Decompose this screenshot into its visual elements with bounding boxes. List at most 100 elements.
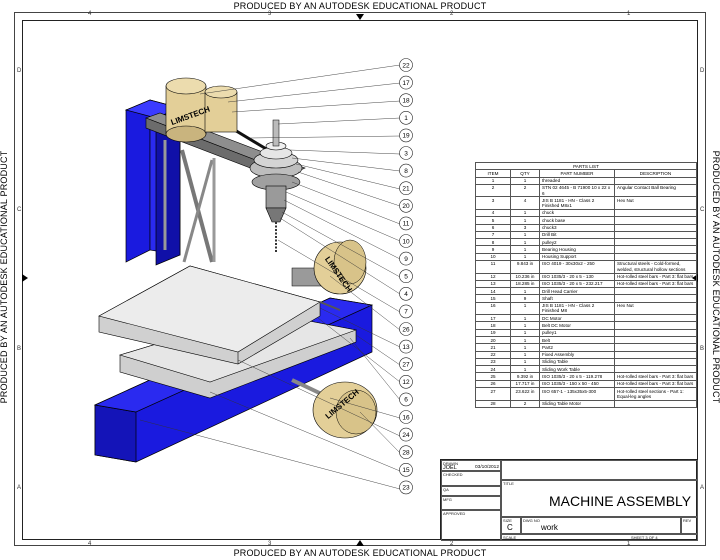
qty-cell: 1 <box>510 176 540 185</box>
parts-list-row: 15 9 Shaft <box>475 294 697 303</box>
description-cell <box>614 216 697 225</box>
title-block: DRAWN JOEL 03/10/2012 CHECKED QA MFG APP… <box>440 459 698 541</box>
balloon-label: 21 <box>402 186 410 193</box>
item-cell: 4 <box>475 208 511 218</box>
balloon-group: 22 17 18 1 19 3 8 21 20 11 10 9 5 4 7 26 13 27 12 6 16 24 28 15… <box>399 58 413 495</box>
balloon-label: 9 <box>404 256 408 263</box>
item-cell: 9 <box>475 245 511 254</box>
title-label: TITLE <box>503 481 514 486</box>
description-cell <box>614 336 697 345</box>
balloon-label: 23 <box>402 485 410 492</box>
part-number-cell: ISO 4019 - 30x30x2 - 250 <box>539 259 615 274</box>
qty-cell: 9.843 in <box>510 259 540 274</box>
qty-cell: 1 <box>510 230 540 240</box>
qty-cell: 1 <box>510 321 540 330</box>
part-number-cell: Drill Bit <box>539 230 615 240</box>
parts-list-row: 11 9.843 in ISO 4019 - 30x30x2 - 250 Struct… <box>475 259 697 274</box>
part-number-cell: Sliding Table Motor <box>539 399 615 408</box>
parts-list-row: 5 1 chuck base <box>475 216 697 225</box>
header-item: ITEM <box>475 169 511 178</box>
item-cell: 25 <box>475 372 511 381</box>
base-frame-front <box>94 404 137 463</box>
qty-cell: 18.285 in <box>510 279 540 289</box>
parts-list-row: 2 2 STN 02 4645 - B 71900 10 x 22 x 6 Angul… <box>475 183 697 198</box>
item-cell: 22 <box>475 350 511 359</box>
part-number-cell: STN 02 4645 - B 71900 10 x 22 x 6 <box>539 183 615 198</box>
description-cell <box>614 294 697 303</box>
part-number-cell: Housing Support <box>539 252 615 261</box>
qa-label: QA <box>443 487 449 492</box>
parts-list-row: 25 9.392 in ISO 1035/3 - 20 x 5 - 119.278 H… <box>475 372 697 381</box>
item-cell: 24 <box>475 365 511 374</box>
balloon-label: 8 <box>404 168 408 175</box>
item-cell: 23 <box>475 357 511 367</box>
qty-cell: 1 <box>510 357 540 367</box>
parts-list-row: 7 1 Drill Bit <box>475 230 697 240</box>
scale-cell <box>501 534 698 541</box>
qty-cell: 1 <box>510 238 540 247</box>
item-cell: 7 <box>475 230 511 240</box>
parts-list-row: 21 1 Part2 <box>475 343 697 352</box>
part-number-cell: pulley1 <box>539 328 615 338</box>
qa-cell <box>441 486 501 496</box>
mfg-label: MFG <box>443 497 452 502</box>
qty-cell: 23.622 in <box>510 387 540 401</box>
dc-motor-2-cap <box>204 85 238 99</box>
size-value: C <box>507 523 513 532</box>
description-cell <box>614 343 697 352</box>
part-number-cell: Sliding Work Table <box>539 365 615 374</box>
item-cell: 2 <box>475 183 511 198</box>
qty-cell: 1 <box>510 252 540 261</box>
description-cell <box>614 245 697 254</box>
description-cell: Hot-rolled steel bars - Part 3: flat bar… <box>614 372 697 381</box>
balloon-label: 15 <box>402 467 410 474</box>
part-number-cell: ISO 657-1 - 135x35x5-300 <box>539 387 615 401</box>
qty-cell: 1 <box>510 216 540 225</box>
chuck-body <box>265 185 287 209</box>
part-number-cell: Bearing Housing <box>539 245 615 254</box>
center-mark-bottom <box>356 540 364 546</box>
parts-list-row: 24 1 Sliding Work Table <box>475 365 697 374</box>
part-number-cell: chuck <box>539 208 615 218</box>
blank-cell <box>501 460 698 480</box>
item-cell: 14 <box>475 287 511 296</box>
description-cell <box>614 230 697 240</box>
qty-cell: 1 <box>510 287 540 296</box>
rev-label: REV <box>683 518 692 523</box>
drawn-by: JOEL <box>443 465 457 471</box>
parts-list-title: PARTS LIST <box>475 161 697 171</box>
parts-list-body: 1 1 threaded 2 2 STN 02 4645 - B 71900 10 x 2… <box>475 176 697 408</box>
qty-cell: 2 <box>510 399 540 408</box>
qty-cell: 9 <box>510 294 540 303</box>
qty-cell: 1 <box>510 343 540 352</box>
item-cell: 12 <box>475 272 511 281</box>
description-cell <box>614 176 697 185</box>
description-cell <box>614 287 697 296</box>
balloon-label: 22 <box>402 62 410 69</box>
parts-list-row: 6 3 chuck3 <box>475 223 697 232</box>
parts-list-row: 22 1 Fixed Assembly <box>475 350 697 359</box>
part-number-cell: Fixed Assembly <box>539 350 615 359</box>
balloon-label: 12 <box>402 379 410 386</box>
part-number-cell: DC Motor <box>539 314 615 323</box>
item-cell: 13 <box>475 279 511 289</box>
dc-motor-1-cap <box>165 77 207 95</box>
qty-cell: 3 <box>510 223 540 232</box>
qty-cell: 17.717 in <box>510 379 540 389</box>
item-cell: 27 <box>475 387 511 401</box>
part-number-cell: ISO 1035/3 - 20 x 5 - 130 <box>539 272 615 281</box>
balloon-label: 24 <box>402 432 410 439</box>
approved-label: APPROVED <box>443 511 466 516</box>
parts-list-row: 27 23.622 in ISO 657-1 - 135x35x5-300 Hot-r… <box>475 387 697 401</box>
parts-list-row: 8 1 pulley2 <box>475 238 697 247</box>
drawn-date: 03/10/2012 <box>475 465 500 470</box>
item-cell: 16 <box>475 301 511 316</box>
qty-cell: 1 <box>510 328 540 338</box>
part-number-cell: Shaft <box>539 294 615 303</box>
balloon-label: 11 <box>403 221 410 228</box>
scale-label: SCALE <box>503 535 517 540</box>
qty-cell: 4 <box>510 196 540 210</box>
balloon-label: 16 <box>402 414 410 421</box>
parts-list-row: 9 1 Bearing Housing <box>475 245 697 254</box>
qty-cell: 1 <box>510 336 540 345</box>
